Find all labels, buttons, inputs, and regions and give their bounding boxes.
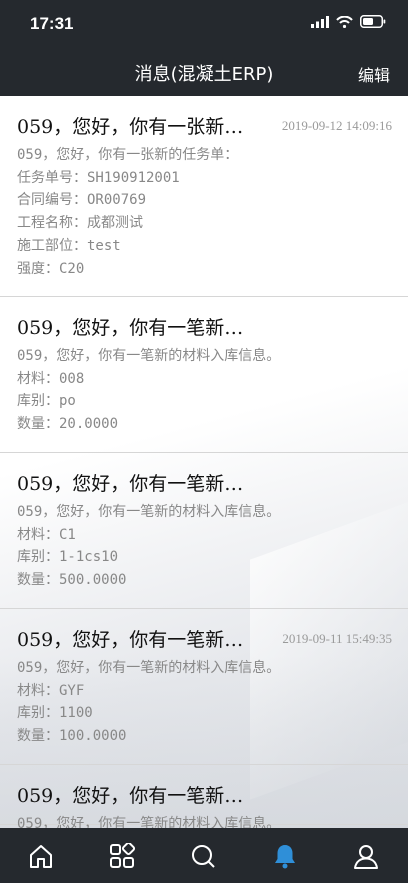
message-item[interactable]: 059，您好，你有一笔新… 059，您好，你有一笔新的材料入库信息。 xyxy=(0,765,408,828)
message-line: 库别：1100 xyxy=(17,705,93,722)
message-line: 059，您好，你有一笔新的材料入库信息。 xyxy=(17,504,281,520)
tab-messages[interactable] xyxy=(268,840,302,872)
message-body: 059，您好，你有一笔新的材料入库信息。 材料：C1 库别：1-1cs10 数量：50… xyxy=(17,499,392,592)
message-line: 任务单号：SH190912001 xyxy=(17,169,180,186)
status-bar: 17:31 xyxy=(0,0,408,46)
signal-icon xyxy=(311,15,329,28)
battery-icon xyxy=(360,15,386,28)
message-list[interactable]: 059，您好，你有一张新… 2019-09-12 14:09:16 059，您好，你… xyxy=(0,96,408,828)
message-line: 施工部位：test xyxy=(17,237,121,254)
message-timestamp: 2019-09-12 14:09:16 xyxy=(281,118,392,133)
search-icon xyxy=(192,845,215,868)
message-line: 数量：500.0000 xyxy=(17,572,127,589)
message-header: 059，您好，你有一笔新… xyxy=(17,453,392,499)
message-title: 059，您好，你有一笔新… xyxy=(17,785,244,807)
message-line: 059，您好，你有一笔新的材料入库信息。 xyxy=(17,660,281,676)
message-line: 库别：1-1cs10 xyxy=(17,549,119,566)
message-line: 材料：C1 xyxy=(17,526,76,543)
tab-home[interactable] xyxy=(24,840,58,872)
message-body: 059，您好，你有一笔新的材料入库信息。 材料：GYF 库别：1100 数量：100.… xyxy=(17,655,392,748)
message-line: 数量：20.0000 xyxy=(17,416,119,433)
apps-grid-icon xyxy=(110,843,135,868)
message-title: 059，您好，你有一笔新… xyxy=(17,317,244,339)
tab-apps[interactable] xyxy=(105,840,139,872)
message-line: 合同编号：OR00769 xyxy=(17,192,147,209)
page-title: 消息(混凝土ERP) xyxy=(134,64,274,85)
message-item[interactable]: 059，您好，你有一笔新… 059，您好，你有一笔新的材料入库信息。 材料：C1 库别… xyxy=(0,453,408,609)
wifi-icon xyxy=(336,15,353,28)
message-title: 059，您好，你有一笔新… xyxy=(17,629,244,651)
message-line: 数量：100.0000 xyxy=(17,728,127,745)
message-body: 059，您好，你有一笔新的材料入库信息。 材料：008 库别：po 数量：20.000… xyxy=(17,343,392,436)
message-header: 059，您好，你有一笔新… xyxy=(17,765,392,811)
message-line: 059，您好，你有一笔新的材料入库信息。 xyxy=(17,816,281,828)
status-icons xyxy=(311,15,386,28)
message-timestamp: 2019-09-11 15:49:35 xyxy=(282,631,392,646)
message-line: 材料：008 xyxy=(17,370,85,387)
message-title: 059，您好，你有一张新… xyxy=(17,116,244,138)
message-line: 工程名称：成都测试 xyxy=(17,215,143,232)
message-header: 059，您好，你有一张新… 2019-09-12 14:09:16 xyxy=(17,96,392,142)
nav-bar: 消息(混凝土ERP) 编辑 xyxy=(0,46,408,96)
message-header: 059，您好，你有一笔新… 2019-09-11 15:49:35 xyxy=(17,609,392,655)
tab-bar xyxy=(0,828,408,883)
message-line: 059，您好，你有一笔新的材料入库信息。 xyxy=(17,348,281,364)
message-item[interactable]: 059，您好，你有一张新… 2019-09-12 14:09:16 059，您好，你… xyxy=(0,96,408,297)
message-line: 强度：C20 xyxy=(17,260,85,277)
message-title: 059，您好，你有一笔新… xyxy=(17,473,244,495)
message-header: 059，您好，你有一笔新… xyxy=(17,297,392,343)
message-item[interactable]: 059，您好，你有一笔新… 2019-09-11 15:49:35 059，您好，你… xyxy=(0,609,408,765)
message-item[interactable]: 059，您好，你有一笔新… 059，您好，你有一笔新的材料入库信息。 材料：008 库… xyxy=(0,297,408,453)
message-line: 材料：GYF xyxy=(17,682,85,699)
tab-profile[interactable] xyxy=(349,840,383,872)
bell-icon xyxy=(275,845,295,869)
edit-button[interactable]: 编辑 xyxy=(358,62,390,86)
home-icon xyxy=(30,845,52,868)
message-line: 库别：po xyxy=(17,393,76,410)
message-body: 059，您好，你有一笔新的材料入库信息。 xyxy=(17,811,392,828)
message-body: 059，您好，你有一张新的任务单： 任务单号：SH190912001 合同编号：OR… xyxy=(17,142,392,280)
message-line: 059，您好，你有一张新的任务单： xyxy=(17,147,239,163)
tab-search[interactable] xyxy=(186,840,220,872)
user-icon xyxy=(354,845,378,869)
status-time: 17:31 xyxy=(30,14,74,33)
